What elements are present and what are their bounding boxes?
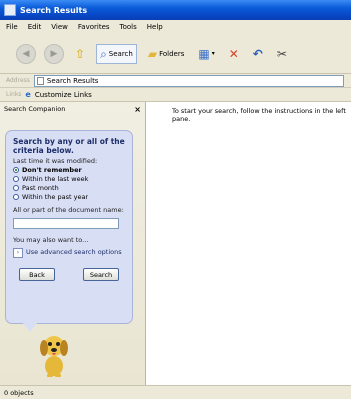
- pane-header: Search Companion ×: [0, 102, 145, 116]
- status-text: 0 objects: [4, 388, 34, 397]
- back-button[interactable]: Back: [19, 268, 55, 281]
- address-value: Search Results: [46, 76, 99, 85]
- results-pane: To start your search, follow the instruc…: [146, 102, 351, 385]
- name-label: All or part of the document name:: [13, 206, 124, 214]
- window-icon: [4, 4, 16, 16]
- views-icon: ▦: [198, 46, 210, 61]
- title-bar[interactable]: Search Results: [0, 0, 351, 20]
- delete-icon: ✕: [228, 46, 239, 61]
- standard-toolbar: ◀ ▶ ⇧ ⌕ Search ▰ Folders ▦ ▾ ✕ ↶ ✂: [0, 34, 351, 74]
- search-panel: Search by any or all of the criteria bel…: [5, 130, 133, 324]
- radio-label: Within the past year: [22, 193, 89, 201]
- undo-icon: ↶: [252, 46, 263, 61]
- views-dropdown-icon: ▾: [211, 50, 215, 57]
- links-label: Links: [6, 91, 22, 98]
- address-bar: Address Search Results: [0, 74, 351, 88]
- cut-button[interactable]: ✂: [274, 45, 290, 63]
- menu-help[interactable]: Help: [147, 23, 163, 31]
- up-folder-icon: ⇧: [75, 46, 86, 61]
- folders-button-label: Folders: [159, 49, 185, 58]
- modified-label: Last time it was modified:: [13, 157, 98, 165]
- pane-title: Search Companion: [4, 105, 66, 113]
- address-field[interactable]: Search Results: [33, 74, 344, 87]
- radio-past-year[interactable]: Within the past year: [13, 193, 125, 201]
- menu-bar: File Edit View Favorites Tools Help: [0, 20, 351, 34]
- explorer-window: Search Results File Edit View Favorites …: [0, 0, 351, 399]
- cut-icon: ✂: [276, 46, 287, 61]
- folders-icon: ▰: [147, 46, 158, 61]
- advanced-options-link[interactable]: › Use advanced search options: [13, 248, 125, 258]
- up-folder-button[interactable]: ⇧: [72, 45, 88, 63]
- menu-file[interactable]: File: [6, 23, 18, 31]
- search-companion-pane: Search Companion × Search by any or all …: [0, 102, 146, 385]
- customize-links-link[interactable]: Customize Links: [35, 91, 92, 99]
- radio-dont-remember[interactable]: Don't remember: [13, 166, 125, 174]
- results-message: To start your search, follow the instruc…: [172, 107, 346, 123]
- arrow-icon: ›: [13, 248, 23, 258]
- close-icon[interactable]: ×: [134, 105, 141, 114]
- menu-favorites[interactable]: Favorites: [78, 23, 110, 31]
- content-area: Search Companion × Search by any or all …: [0, 102, 351, 385]
- radio-icon: [13, 185, 19, 191]
- search-dog-icon[interactable]: [36, 330, 72, 378]
- search-submit-button[interactable]: Search: [83, 268, 119, 281]
- button-row: Back Search: [13, 268, 125, 281]
- radio-icon: [13, 176, 19, 182]
- page-icon: [36, 76, 44, 85]
- radio-icon: [13, 194, 19, 200]
- menu-edit[interactable]: Edit: [28, 23, 42, 31]
- delete-button[interactable]: ✕: [226, 45, 242, 63]
- window-title: Search Results: [20, 5, 88, 15]
- undo-button[interactable]: ↶: [250, 45, 266, 63]
- document-name-input[interactable]: [13, 218, 119, 229]
- menu-view[interactable]: View: [51, 23, 68, 31]
- views-button[interactable]: ▦ ▾: [195, 45, 217, 63]
- forward-icon[interactable]: ▶: [44, 43, 64, 64]
- folders-button[interactable]: ▰ Folders: [145, 45, 188, 63]
- back-icon[interactable]: ◀: [16, 43, 36, 64]
- radio-label: Past month: [22, 184, 59, 192]
- radio-selected-icon: [13, 167, 19, 173]
- menu-tools[interactable]: Tools: [120, 23, 137, 31]
- links-bar: Links e Customize Links: [0, 88, 351, 102]
- search-icon: ⌕: [100, 46, 107, 61]
- search-button-label: Search: [108, 49, 133, 58]
- advanced-options-label: Use advanced search options: [26, 248, 122, 256]
- radio-label: Don't remember: [22, 166, 82, 174]
- radio-label: Within the last week: [22, 175, 89, 183]
- radio-last-week[interactable]: Within the last week: [13, 175, 125, 183]
- panel-heading: Search by any or all of the criteria bel…: [13, 137, 125, 155]
- search-button[interactable]: ⌕ Search: [96, 43, 137, 64]
- ie-icon: e: [25, 90, 31, 99]
- status-bar: 0 objects: [0, 385, 351, 399]
- also-label: You may also want to...: [13, 236, 89, 244]
- radio-past-month[interactable]: Past month: [13, 184, 125, 192]
- address-label: Address: [6, 77, 30, 84]
